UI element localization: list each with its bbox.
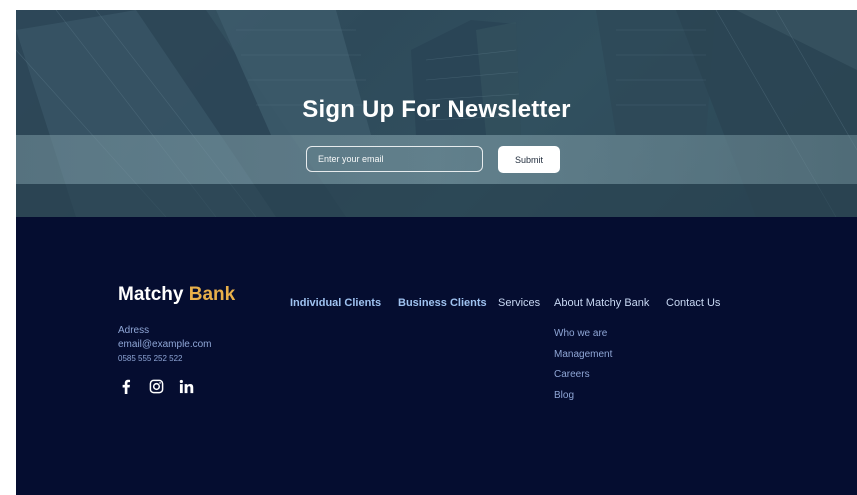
submenu-item-blog[interactable]: Blog: [554, 386, 612, 407]
nav-individual-clients[interactable]: Individual Clients: [290, 297, 381, 309]
contact-phone[interactable]: 0585 555 252 522: [118, 352, 212, 366]
social-links: [118, 378, 194, 394]
nav-about[interactable]: About Matchy Bank: [554, 297, 649, 309]
contact-address: Adress: [118, 325, 150, 336]
brand-logo[interactable]: Matchy Bank: [118, 284, 235, 306]
submenu-item-who-we-are[interactable]: Who we are: [554, 324, 612, 345]
instagram-icon[interactable]: [148, 378, 164, 394]
linkedin-icon[interactable]: [178, 378, 194, 394]
about-submenu: Who we are Management Careers Blog: [554, 324, 612, 406]
brand-name-accent: Bank: [188, 284, 236, 305]
nav-contact-us[interactable]: Contact Us: [666, 297, 720, 309]
nav-business-clients[interactable]: Business Clients: [398, 297, 487, 309]
submenu-item-careers[interactable]: Careers: [554, 365, 612, 386]
submenu-item-management[interactable]: Management: [554, 345, 612, 366]
footer: Matchy Bank Adress email@example.com 058…: [16, 217, 857, 495]
email-input[interactable]: [306, 146, 483, 172]
brand-name-primary: Matchy: [118, 284, 184, 305]
contact-info: Adress email@example.com 0585 555 252 52…: [118, 324, 212, 366]
contact-email[interactable]: email@example.com: [118, 338, 212, 352]
facebook-icon[interactable]: [118, 378, 134, 394]
page-frame: Sign Up For Newsletter Submit Matchy Ban…: [16, 10, 857, 495]
submit-button[interactable]: Submit: [498, 146, 560, 173]
newsletter-title: Sign Up For Newsletter: [302, 96, 571, 123]
nav-services[interactable]: Services: [498, 297, 540, 309]
newsletter-section: Sign Up For Newsletter Submit: [16, 10, 857, 217]
